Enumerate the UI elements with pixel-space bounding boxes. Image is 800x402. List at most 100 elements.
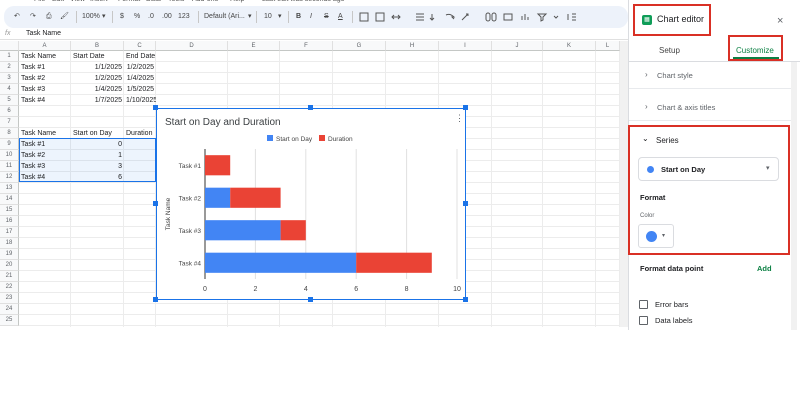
table-cell[interactable]: Task #1 [19, 139, 71, 150]
table-cell[interactable]: 0 [71, 139, 124, 150]
table-cell[interactable]: 1/7/2025 [71, 95, 124, 106]
table-cell[interactable]: Task Name [19, 51, 71, 62]
row-header[interactable]: 11 [0, 161, 19, 172]
chart-resize-handle[interactable] [463, 105, 468, 110]
chart-resize-handle[interactable] [308, 297, 313, 302]
row-header[interactable]: 3 [0, 73, 19, 84]
menu-item[interactable]: Data [146, 0, 161, 3]
strikethrough-button[interactable]: S [324, 12, 329, 22]
redo-icon[interactable]: ↷ [30, 12, 36, 22]
section-chart-axis-titles[interactable]: › Chart & axis titles [643, 100, 791, 116]
chevron-down-icon[interactable]: ⌄ [642, 134, 649, 143]
row-header[interactable]: 4 [0, 84, 19, 95]
chart-resize-handle[interactable] [463, 201, 468, 206]
undo-icon[interactable]: ↶ [14, 12, 20, 22]
chart-resize-handle[interactable] [308, 105, 313, 110]
row-header[interactable]: 19 [0, 249, 19, 260]
error-bars-checkbox[interactable] [639, 300, 648, 309]
row-header[interactable]: 8 [0, 128, 19, 139]
menu-item[interactable]: Insert [90, 0, 108, 3]
bold-button[interactable]: B [296, 12, 301, 22]
text-color-button[interactable]: A [338, 12, 343, 22]
column-header[interactable]: H [386, 41, 439, 51]
menu-item[interactable]: Tools [168, 0, 184, 3]
row-header[interactable]: 1 [0, 51, 19, 62]
column-header[interactable]: E [228, 41, 280, 51]
row-header[interactable]: 20 [0, 260, 19, 271]
series-section-header[interactable]: Series [656, 136, 679, 145]
table-cell[interactable]: Task #2 [19, 73, 71, 84]
menu-item[interactable]: File [34, 0, 45, 3]
select-all-corner[interactable] [0, 41, 19, 51]
row-header[interactable]: 14 [0, 194, 19, 205]
add-data-point-button[interactable]: Add [757, 264, 772, 273]
column-header[interactable]: B [71, 41, 124, 51]
row-header[interactable]: 25 [0, 315, 19, 326]
menu-item[interactable]: View [70, 0, 85, 3]
column-header[interactable]: J [492, 41, 543, 51]
tab-customize[interactable]: Customize [736, 46, 774, 55]
table-cell[interactable]: Task #4 [19, 172, 71, 183]
zoom-select[interactable]: 100% [82, 12, 100, 22]
table-cell[interactable]: 1/2/2025 [124, 62, 156, 73]
table-cell[interactable]: Task #1 [19, 62, 71, 73]
column-header[interactable]: C [124, 41, 156, 51]
tab-setup[interactable]: Setup [659, 46, 680, 55]
column-header[interactable]: D [156, 41, 228, 51]
table-cell[interactable]: Task Name [19, 128, 71, 139]
column-header[interactable]: G [333, 41, 386, 51]
chart[interactable]: 0 2 4 6 8 10 Start on Day Duration Task Name Task… [156, 108, 466, 300]
row-header[interactable]: 2 [0, 62, 19, 73]
color-picker[interactable]: ▾ [638, 224, 674, 248]
table-cell[interactable]: 1/4/2025 [71, 84, 124, 95]
table-cell[interactable]: 1/5/2025 [124, 84, 156, 95]
row-header[interactable]: 12 [0, 172, 19, 183]
table-cell[interactable]: 1/2/2025 [71, 73, 124, 84]
series-select[interactable]: Start on Day ▾ [638, 157, 779, 181]
column-header[interactable]: F [280, 41, 333, 51]
row-header[interactable]: 23 [0, 293, 19, 304]
table-cell[interactable]: Duration [124, 128, 156, 139]
grid-scrollbar[interactable] [620, 41, 628, 327]
menu-item[interactable]: Add-ons [192, 0, 218, 3]
table-cell[interactable]: Task #2 [19, 150, 71, 161]
row-header[interactable]: 7 [0, 117, 19, 128]
row-header[interactable]: 21 [0, 271, 19, 282]
menu-item[interactable]: Format [118, 0, 140, 3]
row-header[interactable]: 13 [0, 183, 19, 194]
column-header[interactable]: L [596, 41, 620, 51]
table-cell[interactable]: Task #3 [19, 161, 71, 172]
column-header[interactable]: A [19, 41, 71, 51]
chart-resize-handle[interactable] [153, 297, 158, 302]
chart-menu-icon[interactable]: ⋮ [455, 113, 464, 124]
table-cell[interactable]: Start Date [71, 51, 124, 62]
formula-input[interactable]: Task Name [26, 30, 61, 37]
table-cell[interactable]: 1/4/2025 [124, 73, 156, 84]
column-header[interactable]: I [439, 41, 492, 51]
chart-resize-handle[interactable] [463, 297, 468, 302]
editor-scrollbar[interactable] [791, 62, 797, 330]
percent-format-button[interactable]: % [134, 12, 140, 22]
table-cell[interactable]: 6 [71, 172, 124, 183]
row-header[interactable]: 24 [0, 304, 19, 315]
paint-format-icon[interactable]: 🖌 [60, 12, 69, 22]
table-cell[interactable]: End Date [124, 51, 156, 62]
column-header[interactable]: K [543, 41, 596, 51]
close-icon[interactable]: × [777, 15, 783, 27]
table-cell[interactable]: 1 [71, 150, 124, 161]
row-header[interactable]: 17 [0, 227, 19, 238]
currency-format-button[interactable]: $ [120, 12, 124, 22]
row-header[interactable]: 18 [0, 238, 19, 249]
font-size-select[interactable]: 10 [264, 12, 272, 22]
menu-item[interactable]: Last edit was seconds ago [262, 0, 345, 3]
row-header[interactable]: 22 [0, 282, 19, 293]
row-header[interactable]: 16 [0, 216, 19, 227]
table-cell[interactable]: Task #4 [19, 95, 71, 106]
section-chart-style[interactable]: › Chart style [643, 68, 791, 84]
italic-button[interactable]: I [310, 12, 312, 22]
row-header[interactable]: 5 [0, 95, 19, 106]
font-select[interactable]: Default (Ari... [204, 12, 245, 22]
table-cell[interactable]: 1/1/2025 [71, 62, 124, 73]
table-cell[interactable]: 1/10/2025 [124, 95, 156, 106]
row-header[interactable]: 10 [0, 150, 19, 161]
